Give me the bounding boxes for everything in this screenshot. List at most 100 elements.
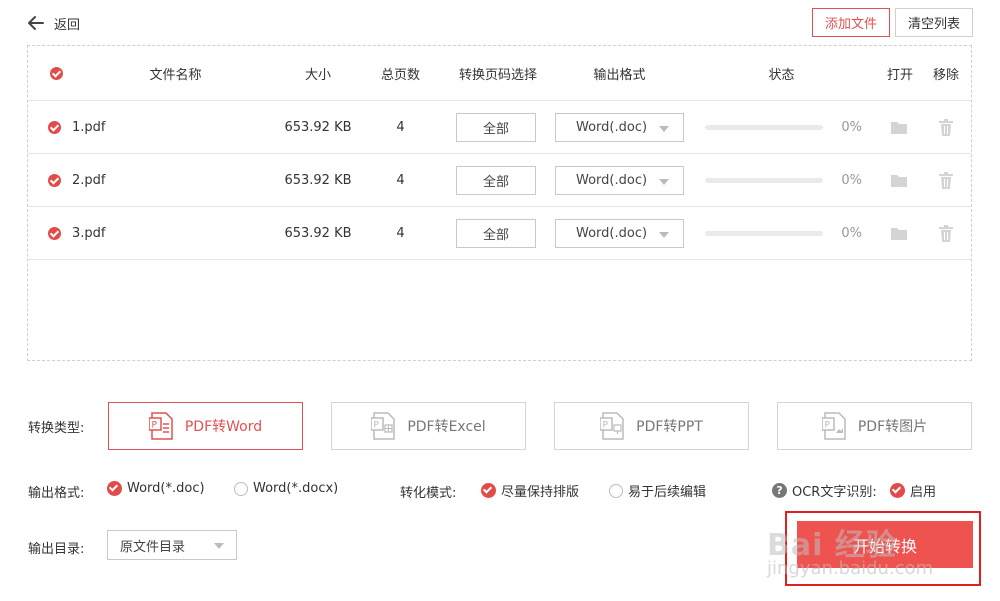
remove-file-button[interactable] <box>936 207 956 260</box>
select-all-checkbox[interactable] <box>48 46 64 101</box>
folder-icon <box>891 228 907 240</box>
ocr-enable-label: 启用 <box>910 485 937 500</box>
svg-text:P: P <box>374 421 380 431</box>
radio-unchecked-icon <box>234 481 248 496</box>
check-icon <box>48 227 61 240</box>
ocr-label: OCR文字识别: <box>792 485 877 500</box>
svg-text:P: P <box>603 421 609 431</box>
type-label: PDF转Word <box>184 419 263 435</box>
pdf-doc-icon: P <box>148 412 173 440</box>
back-button[interactable]: 返回 <box>26 12 80 34</box>
file-name: 2.pdf <box>72 173 106 188</box>
file-size: 653.92 KB <box>284 173 352 188</box>
open-folder-button[interactable] <box>889 207 909 260</box>
conversion-mode-label: 转化模式: <box>400 486 457 501</box>
check-icon <box>107 481 122 496</box>
page-select-button[interactable]: 全部 <box>456 219 536 248</box>
type-label: PDF转图片 <box>857 419 928 435</box>
type-label: PDF转PPT <box>636 419 703 435</box>
remove-file-button[interactable] <box>936 154 956 207</box>
type-label: PDF转Excel <box>407 419 486 435</box>
pdf-doc-icon: P <box>371 412 396 440</box>
radio-unchecked-icon <box>609 483 623 498</box>
progress-bar <box>705 125 823 130</box>
output-dir-select[interactable]: 原文件目录 <box>107 530 237 560</box>
ocr-enable-checkbox[interactable]: 启用 <box>890 481 936 500</box>
check-icon <box>49 67 63 80</box>
type-pdf-to-excel-button[interactable]: P PDF转Excel <box>331 402 526 450</box>
folder-icon <box>891 175 907 187</box>
svg-text:P: P <box>824 421 830 431</box>
format-select[interactable]: Word(.doc) <box>555 219 684 248</box>
trash-icon <box>939 119 953 136</box>
folder-icon <box>891 122 907 134</box>
page-select-button[interactable]: 全部 <box>456 113 536 142</box>
radio-label: 尽量保持排版 <box>501 485 580 500</box>
file-size: 653.92 KB <box>284 226 352 241</box>
page-count: 4 <box>396 226 405 241</box>
column-header-format: 输出格式 <box>593 68 646 83</box>
add-files-button[interactable]: 添加文件 <box>812 8 890 37</box>
help-icon[interactable]: ? <box>772 483 787 498</box>
status-percent: 0% <box>841 226 862 241</box>
check-icon <box>890 483 905 498</box>
status-percent: 0% <box>841 120 862 135</box>
radio-label: Word(*.doc) <box>127 481 205 496</box>
format-select-value: Word(.doc) <box>576 120 648 135</box>
type-pdf-to-word-button[interactable]: P PDF转Word <box>108 402 303 450</box>
file-list: 文件名称 大小 总页数 转换页码选择 输出格式 状态 打开 移除 1.pdf 6… <box>27 45 972 361</box>
column-header-pages: 总页数 <box>380 68 420 83</box>
chevron-down-icon <box>659 232 669 238</box>
output-format-label: 输出格式: <box>28 486 85 501</box>
output-dir-value: 原文件目录 <box>120 539 186 555</box>
remove-file-button[interactable] <box>936 101 956 154</box>
page-count: 4 <box>396 120 405 135</box>
format-select[interactable]: Word(.doc) <box>555 113 684 142</box>
page-count: 4 <box>396 173 405 188</box>
table-header: 文件名称 大小 总页数 转换页码选择 输出格式 状态 打开 移除 <box>28 46 971 101</box>
format-select-value: Word(.doc) <box>576 173 648 188</box>
row-checkbox[interactable] <box>48 101 64 154</box>
format-docx-radio[interactable]: Word(*.docx) <box>234 481 338 496</box>
table-row: 3.pdf 653.92 KB 4 全部 Word(.doc) 0% <box>28 207 971 260</box>
file-name: 3.pdf <box>72 226 106 241</box>
output-dir-label: 输出目录: <box>28 542 85 557</box>
open-folder-button[interactable] <box>889 101 909 154</box>
radio-label: Word(*.docx) <box>253 481 339 496</box>
table-row: 1.pdf 653.92 KB 4 全部 Word(.doc) 0% <box>28 101 971 154</box>
conversion-type-label: 转换类型: <box>28 421 85 436</box>
row-checkbox[interactable] <box>48 207 64 260</box>
column-header-status: 状态 <box>768 68 795 83</box>
file-size: 653.92 KB <box>284 120 352 135</box>
row-checkbox[interactable] <box>48 154 64 207</box>
check-icon <box>48 121 61 134</box>
clear-list-button[interactable]: 清空列表 <box>895 8 973 37</box>
check-icon <box>48 174 61 187</box>
file-name: 1.pdf <box>72 120 106 135</box>
page-select-button[interactable]: 全部 <box>456 166 536 195</box>
mode-easy-edit-radio[interactable]: 易于后续编辑 <box>609 481 706 500</box>
ocr-section: ? OCR文字识别: <box>772 481 877 500</box>
radio-label: 易于后续编辑 <box>628 485 707 500</box>
back-arrow-icon <box>28 16 44 30</box>
column-header-size: 大小 <box>304 68 331 83</box>
column-header-page-select: 转换页码选择 <box>458 68 537 83</box>
type-pdf-to-image-button[interactable]: P PDF转图片 <box>777 402 972 450</box>
back-label: 返回 <box>54 17 81 33</box>
column-header-name: 文件名称 <box>149 68 202 83</box>
trash-icon <box>939 172 953 189</box>
format-doc-radio[interactable]: Word(*.doc) <box>107 481 205 496</box>
pdf-doc-icon: P <box>821 412 846 440</box>
trash-icon <box>939 225 953 242</box>
chevron-down-icon <box>659 126 669 132</box>
chevron-down-icon <box>214 543 224 549</box>
format-select[interactable]: Word(.doc) <box>555 166 684 195</box>
progress-bar <box>705 231 823 236</box>
format-select-value: Word(.doc) <box>576 226 648 241</box>
chevron-down-icon <box>659 179 669 185</box>
type-pdf-to-ppt-button[interactable]: P PDF转PPT <box>554 402 749 450</box>
open-folder-button[interactable] <box>889 154 909 207</box>
table-row: 2.pdf 653.92 KB 4 全部 Word(.doc) 0% <box>28 154 971 207</box>
mode-keep-layout-radio[interactable]: 尽量保持排版 <box>481 481 579 500</box>
column-header-remove: 移除 <box>932 68 959 83</box>
